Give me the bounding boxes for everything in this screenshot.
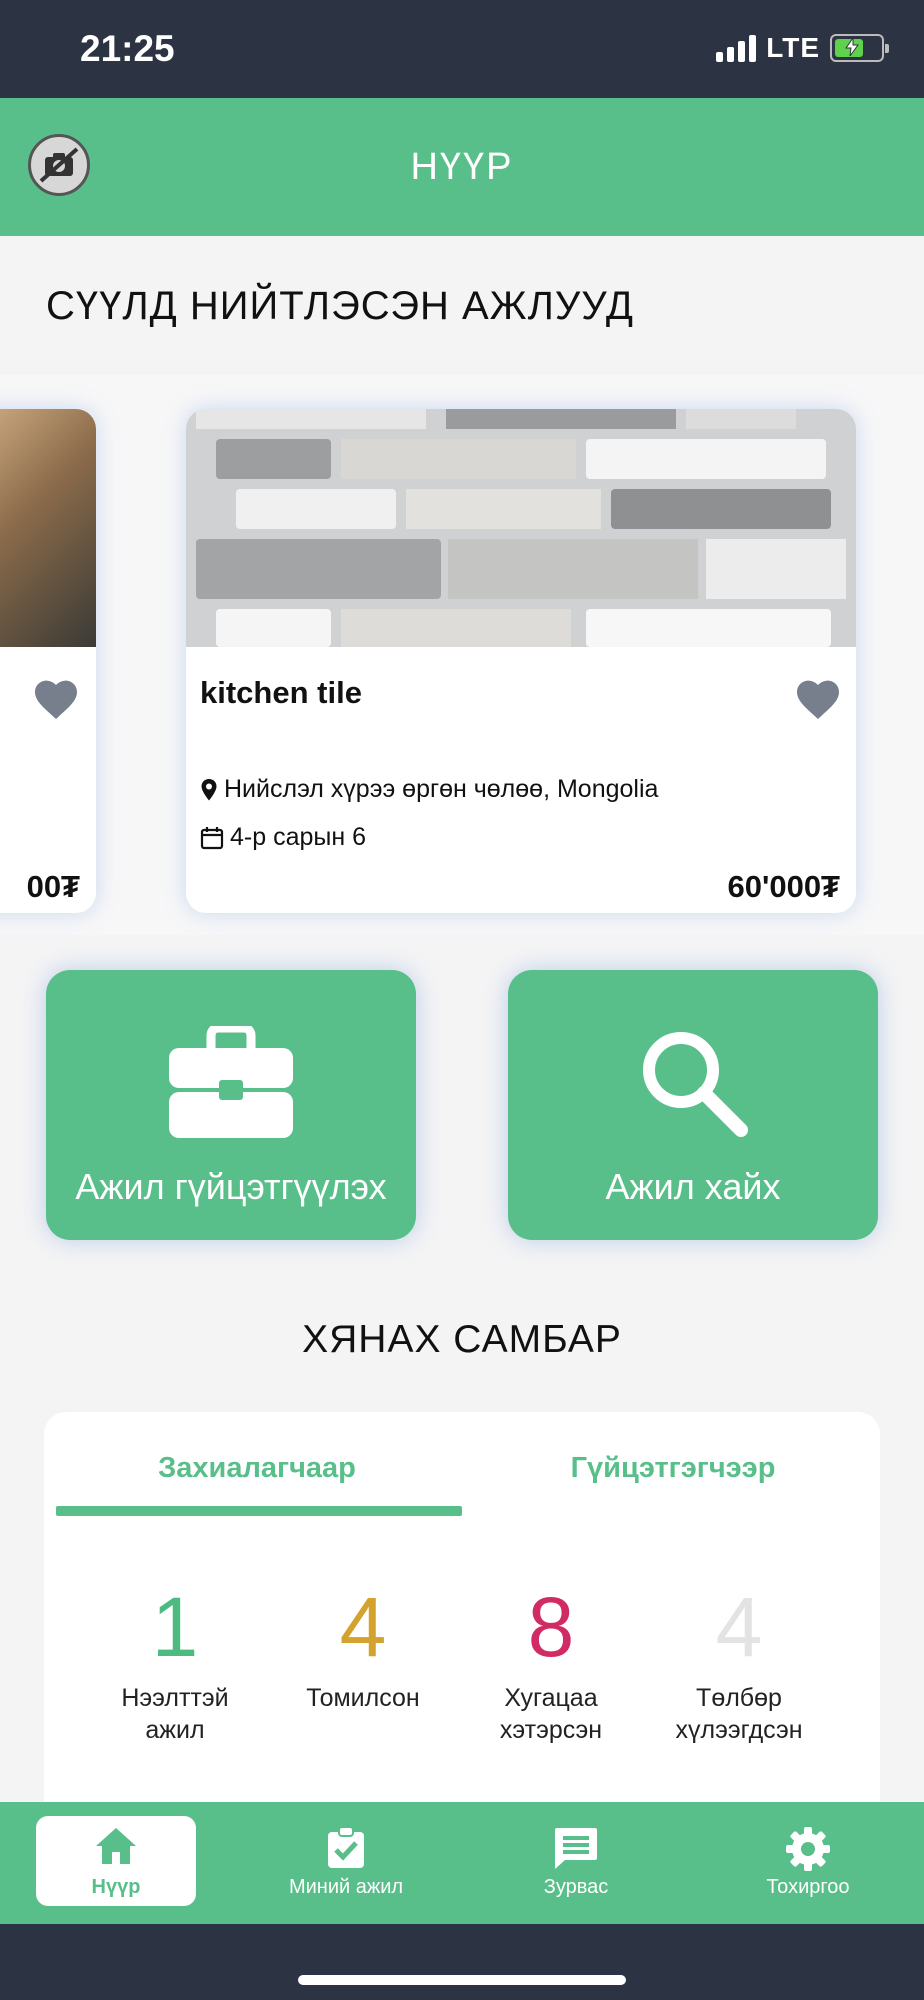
- page-title: НҮҮР: [410, 146, 514, 188]
- dashboard-title: ХЯНАХ САМБАР: [302, 1318, 622, 1361]
- network-type: LTE: [766, 32, 820, 63]
- nav-home[interactable]: Нүүр: [36, 1816, 196, 1906]
- recent-jobs-carousel[interactable]: 00₮ kitchen tile Нийслэл хүрээ өргөн чөл…: [0, 375, 924, 935]
- stat-label: Төлбөр хүлээгдсэн: [675, 1684, 803, 1744]
- stat-value: 8: [527, 1580, 575, 1674]
- tab-customer[interactable]: Захиалагчаар: [54, 1452, 460, 1485]
- find-job-button[interactable]: Ажил хайх: [508, 970, 878, 1240]
- nav-my-jobs-label: Миний ажил: [288, 1876, 404, 1898]
- stat-label: Хугацаа хэтэрсэн: [499, 1684, 603, 1744]
- job-date-text: 4-р сарын 6: [230, 823, 367, 851]
- active-tab-indicator: [56, 1506, 462, 1516]
- recent-jobs-title: СҮҮЛД НИЙТЛЭСЭН АЖЛУУД: [46, 284, 634, 328]
- job-card[interactable]: 00₮: [0, 409, 96, 913]
- job-thumbnail: [0, 409, 96, 647]
- nav-home-label: Нүүр: [91, 1876, 141, 1898]
- signal-icon: [716, 34, 757, 62]
- gear-icon: [786, 1827, 830, 1871]
- stat-overdue[interactable]: 8 Хугацаа хэтэрсэн: [456, 1582, 646, 1746]
- do-job-label: Ажил гүйцэтгүүлэх: [75, 1166, 387, 1207]
- job-card[interactable]: kitchen tile Нийслэл хүрээ өргөн чөлөө, …: [186, 409, 856, 913]
- job-location: Нийслэл хүрээ өргөн чөлөө, Mongolia: [200, 775, 658, 804]
- tab-contractor[interactable]: Гүйцэтгэгчээр: [470, 1452, 876, 1485]
- nav-messages-label: Зурвас: [543, 1876, 609, 1898]
- heart-icon[interactable]: [794, 677, 842, 721]
- stat-payment-pending[interactable]: 4 Төлбөр хүлээгдсэн: [644, 1582, 834, 1746]
- job-thumbnail: [186, 409, 856, 647]
- stat-value: 4: [715, 1580, 763, 1674]
- nav-messages[interactable]: Зурвас: [496, 1816, 656, 1906]
- dashboard-card: Захиалагчаар Гүйцэтгэгчээр 1 Нээлттэй ажи…: [44, 1412, 880, 1832]
- job-date: 4-р сарын 6: [200, 823, 366, 852]
- stat-open-jobs[interactable]: 1 Нээлттэй ажил: [80, 1582, 270, 1746]
- do-job-button[interactable]: Ажил гүйцэтгүүлэх: [46, 970, 416, 1240]
- job-price: 00₮: [26, 869, 80, 904]
- stat-value: 1: [151, 1580, 199, 1674]
- bottom-nav: Нүүр Миний ажил Зурвас Тохиргоо: [0, 1802, 924, 1924]
- job-location-text: Нийслэл хүрээ өргөн чөлөө, Mongolia: [224, 775, 659, 803]
- stat-value: 4: [339, 1580, 387, 1674]
- status-bar: 21:25 LTE: [0, 0, 924, 98]
- status-indicators: LTE: [716, 32, 889, 64]
- briefcase-icon: [169, 1026, 293, 1138]
- job-title: kitchen tile: [200, 675, 362, 710]
- home-indicator-bar: [0, 1924, 924, 2000]
- nav-settings-label: Тохиргоо: [766, 1876, 850, 1898]
- search-icon: [643, 1032, 748, 1137]
- calendar-icon: [200, 826, 224, 849]
- clipboard-check-icon: [328, 1826, 364, 1868]
- location-pin-icon: [201, 778, 217, 800]
- heart-icon[interactable]: [32, 677, 80, 721]
- app-bar: НҮҮР: [0, 98, 924, 236]
- home-indicator[interactable]: [298, 1975, 626, 1985]
- stat-label: Томилсон: [306, 1684, 420, 1712]
- stat-label: Нээлттэй ажил: [121, 1684, 229, 1744]
- find-job-label: Ажил хайх: [605, 1166, 781, 1207]
- job-price: 60'000₮: [727, 869, 840, 904]
- message-icon: [555, 1828, 597, 1869]
- status-time: 21:25: [80, 28, 175, 69]
- nav-settings[interactable]: Тохиргоо: [728, 1816, 888, 1906]
- home-icon: [96, 1828, 136, 1864]
- battery-icon: [830, 34, 889, 62]
- stat-assigned[interactable]: 4 Томилсон: [268, 1582, 458, 1714]
- nav-my-jobs[interactable]: Миний ажил: [266, 1816, 426, 1906]
